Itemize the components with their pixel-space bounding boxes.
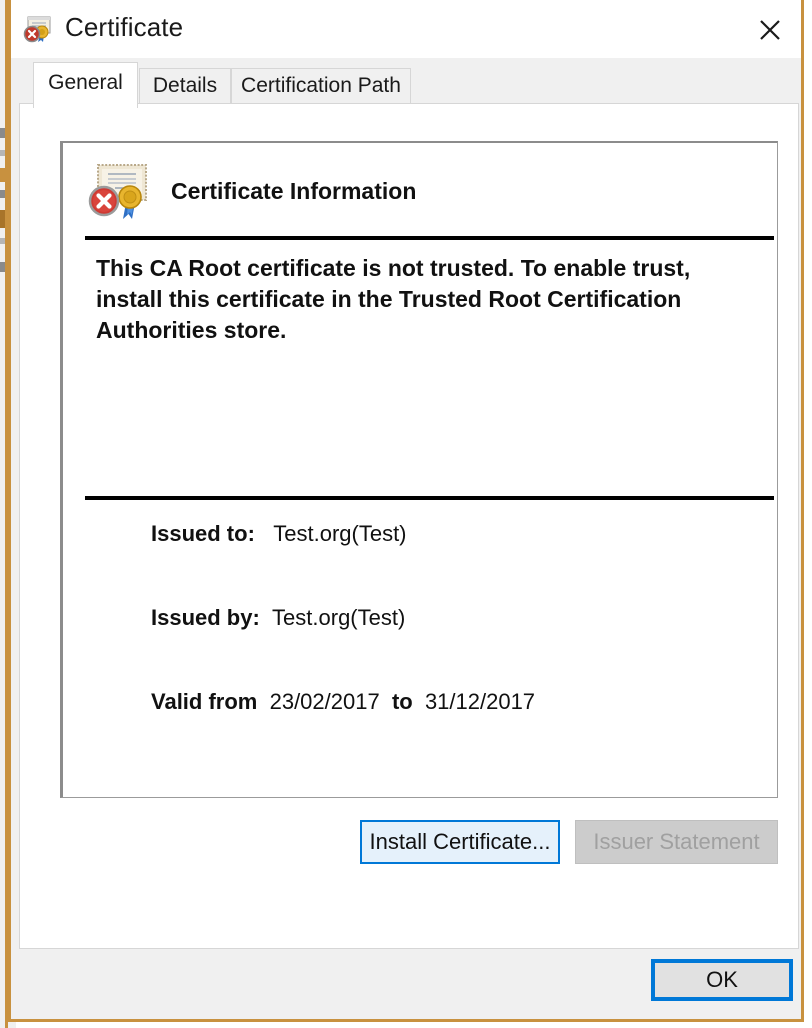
certificate-untrusted-icon bbox=[23, 14, 53, 44]
issuer-statement-button: Issuer Statement bbox=[575, 820, 778, 864]
background-window-content-fleck bbox=[0, 238, 5, 244]
certificate-information-heading: Certificate Information bbox=[171, 178, 417, 204]
background-window-content-fleck bbox=[0, 128, 5, 138]
close-icon[interactable] bbox=[739, 0, 801, 56]
tab-details[interactable]: Details bbox=[139, 68, 231, 104]
background-window-content-fleck bbox=[0, 262, 5, 272]
background-window-content-fleck bbox=[0, 210, 5, 228]
valid-to-value: 31/12/2017 bbox=[424, 689, 536, 714]
valid-from-label: Valid from bbox=[151, 689, 258, 714]
divider-bottom bbox=[85, 496, 774, 500]
titlebar: Certificate bbox=[11, 0, 801, 58]
background-window-content-fleck bbox=[0, 168, 5, 182]
install-certificate-button[interactable]: Install Certificate... bbox=[360, 820, 560, 864]
certificate-dialog: Certificate General Details Certificatio… bbox=[8, 0, 804, 1022]
trust-warning-text: This CA Root certificate is not trusted.… bbox=[96, 255, 691, 344]
issued-by-row: Issued by: Test.org(Test) bbox=[151, 605, 405, 631]
tabstrip: General Details Certification Path bbox=[19, 62, 799, 108]
issued-to-row: Issued to: Test.org(Test) bbox=[151, 521, 407, 547]
dialog-footer: OK bbox=[11, 951, 801, 1019]
window-title: Certificate bbox=[65, 12, 184, 42]
tab-certification-path[interactable]: Certification Path bbox=[231, 68, 411, 104]
divider-top bbox=[85, 236, 774, 240]
validity-row: Valid from 23/02/2017 to 31/12/2017 bbox=[151, 689, 535, 715]
certificate-information-panel: Certificate Information This CA Root cer… bbox=[60, 141, 778, 798]
tab-general[interactable]: General bbox=[33, 62, 138, 108]
issued-to-label: Issued to: bbox=[151, 521, 255, 546]
issued-by-value: Test.org(Test) bbox=[272, 605, 406, 630]
tab-page-general: Certificate Information This CA Root cer… bbox=[19, 103, 799, 949]
issued-to-value: Test.org(Test) bbox=[273, 521, 407, 546]
certificate-untrusted-large-icon bbox=[84, 163, 156, 223]
background-window-content-fleck bbox=[0, 150, 5, 156]
valid-to-label: to bbox=[391, 689, 413, 714]
ok-button[interactable]: OK bbox=[651, 959, 793, 1001]
issued-by-label: Issued by: bbox=[151, 605, 260, 630]
background-window-content-fleck bbox=[0, 190, 5, 198]
valid-from-value: 23/02/2017 bbox=[269, 689, 380, 714]
